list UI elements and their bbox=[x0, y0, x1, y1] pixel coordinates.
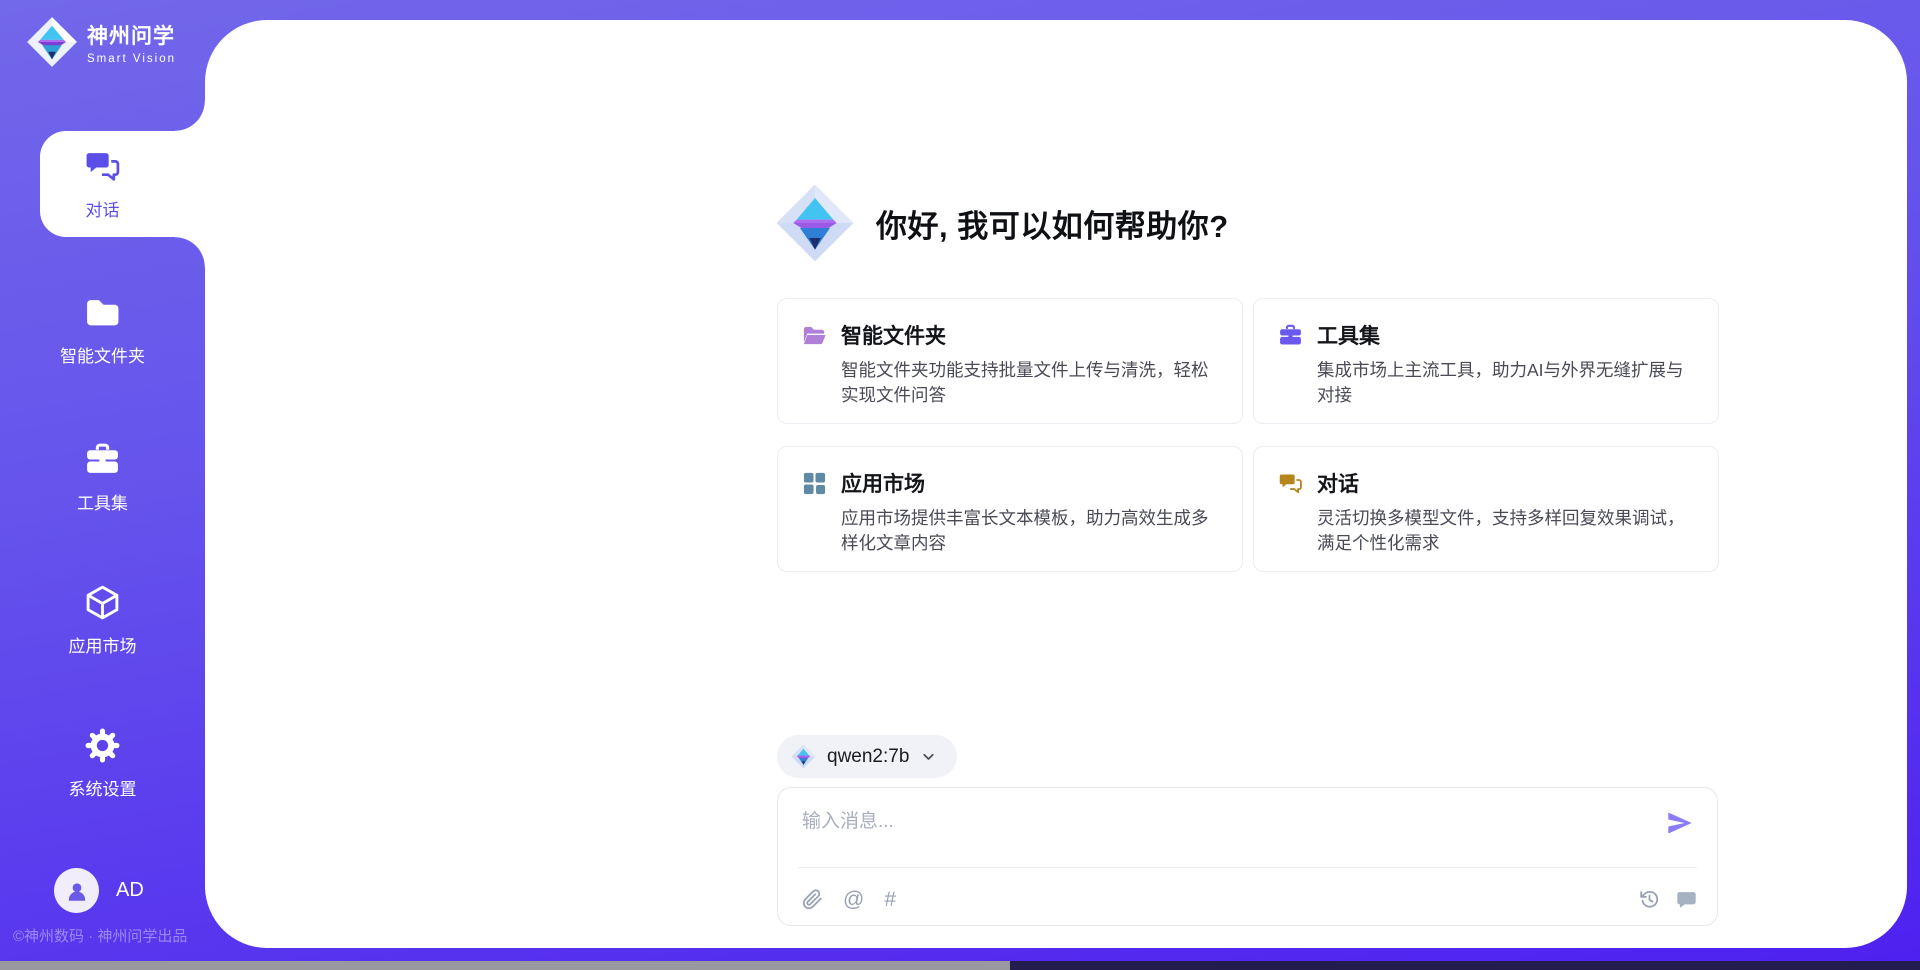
card-header: 智能文件夹 bbox=[802, 320, 1218, 350]
composer-divider bbox=[798, 867, 1697, 868]
history-button[interactable] bbox=[1639, 889, 1660, 910]
composer-tools-left: @ # bbox=[802, 889, 896, 910]
feature-card-toolset[interactable]: 工具集 集成市场上主流工具，助力AI与外界无缝扩展与对接 bbox=[1253, 298, 1719, 424]
message-input[interactable] bbox=[802, 806, 1632, 858]
active-nav-fillet-bottom bbox=[175, 237, 205, 267]
scrollbar-thumb[interactable] bbox=[0, 961, 1010, 970]
sidebar-item-chat[interactable]: 对话 bbox=[0, 129, 205, 239]
briefcase-icon bbox=[1278, 323, 1303, 348]
mention-button[interactable]: @ bbox=[843, 889, 864, 910]
card-header: 对话 bbox=[1278, 468, 1694, 498]
new-chat-button[interactable] bbox=[1676, 889, 1697, 910]
chat-icon bbox=[1278, 471, 1303, 496]
app-grid-icon bbox=[802, 471, 827, 496]
folder-open-icon bbox=[802, 323, 827, 348]
history-icon bbox=[1639, 889, 1660, 910]
folder-icon bbox=[84, 294, 121, 331]
card-title: 工具集 bbox=[1317, 320, 1380, 350]
main-panel: 你好, 我可以如何帮助你? 智能文件夹 智能文件夹功能支持批量文件上传与清洗，轻… bbox=[205, 20, 1907, 948]
brand-subtitle: Smart Vision bbox=[87, 53, 176, 65]
card-description: 灵活切换多模型文件，支持多样回复效果调试，满足个性化需求 bbox=[1317, 506, 1694, 556]
model-selector[interactable]: qwen2:7b bbox=[777, 735, 957, 778]
composer-tools-right bbox=[1639, 889, 1697, 910]
chevron-down-icon bbox=[920, 748, 937, 765]
send-icon bbox=[1666, 809, 1694, 837]
horizontal-scrollbar[interactable] bbox=[0, 961, 1920, 970]
send-button[interactable] bbox=[1665, 809, 1695, 839]
feature-card-smart-folders[interactable]: 智能文件夹 智能文件夹功能支持批量文件上传与清洗，轻松实现文件问答 bbox=[777, 298, 1243, 424]
sidebar: 神州问学 Smart Vision 对话 智能文件夹 工具集 应用市场 bbox=[0, 0, 205, 970]
person-icon bbox=[64, 878, 90, 904]
copyright-footer: ©神州数码 · 神州问学出品 bbox=[13, 925, 187, 946]
model-name: qwen2:7b bbox=[827, 746, 909, 768]
paperclip-icon bbox=[802, 889, 823, 910]
app-root: 你好, 我可以如何帮助你? 智能文件夹 智能文件夹功能支持批量文件上传与清洗，轻… bbox=[0, 0, 1920, 970]
sidebar-item-settings[interactable]: 系统设置 bbox=[0, 708, 205, 818]
user-initials: AD bbox=[116, 879, 144, 902]
avatar bbox=[54, 868, 99, 913]
card-description: 智能文件夹功能支持批量文件上传与清洗，轻松实现文件问答 bbox=[841, 358, 1218, 408]
card-title: 智能文件夹 bbox=[841, 320, 946, 350]
sidebar-item-label: 系统设置 bbox=[69, 775, 137, 800]
feature-cards: 智能文件夹 智能文件夹功能支持批量文件上传与清洗，轻松实现文件问答 工具集 集成… bbox=[777, 298, 1719, 572]
brand-text: 神州问学 Smart Vision bbox=[87, 20, 176, 65]
sidebar-item-app-market[interactable]: 应用市场 bbox=[0, 565, 205, 675]
attach-button[interactable] bbox=[802, 889, 823, 910]
feature-card-chat[interactable]: 对话 灵活切换多模型文件，支持多样回复效果调试，满足个性化需求 bbox=[1253, 446, 1719, 572]
card-header: 工具集 bbox=[1278, 320, 1694, 350]
message-composer: @ # bbox=[777, 787, 1718, 926]
brand-logo: 神州问学 Smart Vision bbox=[26, 16, 176, 68]
feature-card-app-market[interactable]: 应用市场 应用市场提供丰富长文本模板，助力高效生成多样化文章内容 bbox=[777, 446, 1243, 572]
active-nav-fillet-top bbox=[175, 101, 205, 131]
sidebar-item-smart-folders[interactable]: 智能文件夹 bbox=[0, 275, 205, 385]
card-title: 应用市场 bbox=[841, 468, 925, 498]
card-title: 对话 bbox=[1317, 468, 1359, 498]
gear-icon bbox=[84, 727, 121, 764]
briefcase-icon bbox=[84, 441, 121, 478]
sidebar-item-label: 智能文件夹 bbox=[60, 342, 145, 367]
comment-icon bbox=[1676, 889, 1697, 910]
card-description: 应用市场提供丰富长文本模板，助力高效生成多样化文章内容 bbox=[841, 506, 1218, 556]
card-header: 应用市场 bbox=[802, 468, 1218, 498]
chat-icon bbox=[84, 148, 121, 185]
sidebar-item-label: 工具集 bbox=[77, 489, 128, 514]
model-logo-icon bbox=[791, 744, 816, 769]
cube-icon bbox=[84, 584, 121, 621]
sidebar-item-label: 应用市场 bbox=[69, 632, 137, 657]
greeting-title: 你好, 我可以如何帮助你? bbox=[876, 201, 1229, 246]
greeting: 你好, 我可以如何帮助你? bbox=[775, 183, 1229, 263]
brand-name: 神州问学 bbox=[87, 20, 176, 50]
card-description: 集成市场上主流工具，助力AI与外界无缝扩展与对接 bbox=[1317, 358, 1694, 408]
brand-diamond-icon bbox=[26, 16, 78, 68]
sidebar-item-label: 对话 bbox=[86, 196, 120, 221]
assistant-logo-icon bbox=[775, 183, 855, 263]
user-profile[interactable]: AD bbox=[54, 868, 144, 913]
hashtag-button[interactable]: # bbox=[884, 889, 896, 910]
sidebar-item-toolset[interactable]: 工具集 bbox=[0, 422, 205, 532]
